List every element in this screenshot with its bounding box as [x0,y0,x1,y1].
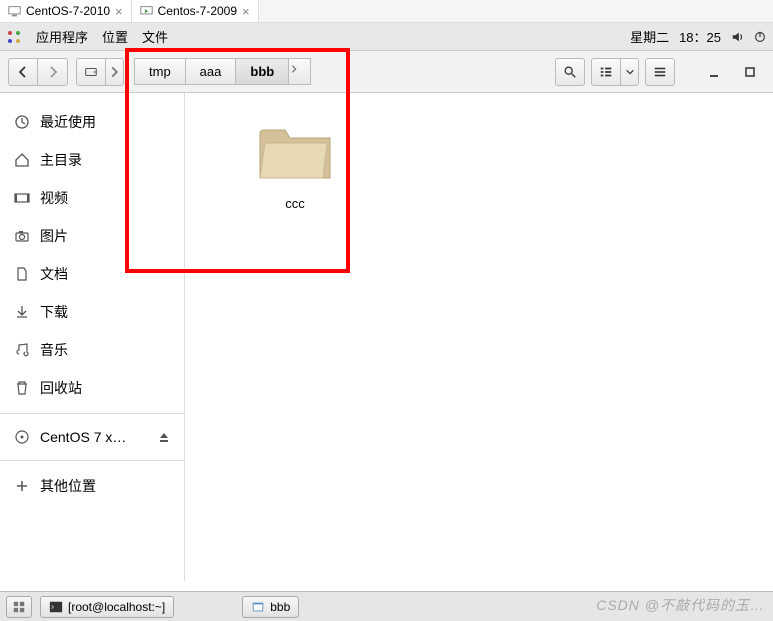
download-icon [14,304,30,320]
minimize-icon [708,66,720,78]
sidebar-label: 回收站 [40,378,82,398]
sidebar-label: CentOS 7 x… [40,429,126,445]
sidebar-item-other[interactable]: 其他位置 [0,467,184,505]
hamburger-icon [653,65,667,79]
play-monitor-icon [140,5,153,18]
camera-icon [14,228,30,244]
path-home-button[interactable] [76,58,106,86]
home-icon [14,152,30,168]
terminal-icon [49,600,63,614]
sidebar-item-downloads[interactable]: 下载 [0,293,184,331]
menu-applications[interactable]: 应用程序 [36,27,88,46]
plus-icon [14,478,30,494]
watermark: CSDN @不敲代码的玉… [596,595,765,615]
taskbar-label: [root@localhost:~] [68,600,165,614]
taskbar-files[interactable]: bbb [242,596,299,618]
sidebar-label: 文档 [40,264,68,284]
maximize-icon [744,66,756,78]
clock-time: 18：25 [679,27,721,46]
menu-files[interactable]: 文件 [142,27,168,46]
sidebar-label: 最近使用 [40,112,96,132]
sidebar-label: 音乐 [40,340,68,360]
music-icon [14,342,30,358]
crumb-next[interactable] [289,58,311,85]
menu-left: 应用程序 位置 文件 [6,27,168,46]
taskbar-label: bbb [270,600,290,614]
sidebar-label: 图片 [40,226,68,246]
volume-icon[interactable] [731,30,745,44]
file-view[interactable]: ccc [185,93,773,581]
chevron-left-icon [17,66,29,78]
main-content: 最近使用 主目录 视频 图片 文档 下载 音乐 回收站 [0,93,773,581]
show-desktop-button[interactable] [6,596,32,618]
menu-places[interactable]: 位置 [102,27,128,46]
folder-label: ccc [285,196,305,211]
desktop-icon [12,600,26,614]
close-icon[interactable]: × [115,4,123,19]
monitor-icon [8,5,21,18]
sidebar-item-recent[interactable]: 最近使用 [0,103,184,141]
sidebar-item-home[interactable]: 主目录 [0,141,184,179]
back-button[interactable] [8,58,38,86]
view-dropdown[interactable] [621,58,639,86]
crumb-aaa[interactable]: aaa [186,58,237,85]
minimize-button[interactable] [699,58,729,86]
search-button[interactable] [555,58,585,86]
sidebar-label: 主目录 [40,150,82,170]
sidebar-item-music[interactable]: 音乐 [0,331,184,369]
breadcrumb: tmp aaa bbb [134,58,311,85]
power-icon[interactable] [753,30,767,44]
video-icon [14,190,30,206]
view-list-button[interactable] [591,58,621,86]
close-icon[interactable]: × [242,4,250,19]
search-icon [563,65,577,79]
eject-icon[interactable] [158,431,170,443]
sidebar-label: 其他位置 [40,476,96,496]
vm-tab-2[interactable]: Centos-7-2009 × [132,0,259,22]
folder-ccc[interactable]: ccc [240,118,350,211]
taskbar-terminal[interactable]: [root@localhost:~] [40,596,174,618]
gnome-top-bar: 应用程序 位置 文件 星期二 18：25 [0,23,773,51]
document-icon [14,266,30,282]
sidebar-label: 下载 [40,302,68,322]
crumb-bbb[interactable]: bbb [236,58,289,85]
vm-tab-label: Centos-7-2009 [158,4,237,18]
forward-button[interactable] [38,58,68,86]
crumb-tmp[interactable]: tmp [134,58,186,85]
trash-icon [14,380,30,396]
vm-tab-1[interactable]: CentOS-7-2010 × [0,0,132,22]
sidebar-item-videos[interactable]: 视频 [0,179,184,217]
nautilus-toolbar: tmp aaa bbb [0,51,773,93]
sidebar-item-documents[interactable]: 文档 [0,255,184,293]
chevron-right-icon [289,64,299,74]
vm-tabs: CentOS-7-2010 × Centos-7-2009 × [0,0,773,23]
files-icon [251,600,265,614]
drive-icon [84,65,98,79]
sidebar: 最近使用 主目录 视频 图片 文档 下载 音乐 回收站 [0,93,185,581]
hamburger-button[interactable] [645,58,675,86]
chevron-down-icon [625,67,635,77]
applications-icon [6,29,22,45]
clock-icon [14,114,30,130]
sidebar-label: 视频 [40,188,68,208]
path-sep-button[interactable] [106,58,124,86]
sidebar-item-trash[interactable]: 回收站 [0,369,184,407]
list-icon [599,65,613,79]
sidebar-item-disk[interactable]: CentOS 7 x… [0,420,184,454]
menu-right: 星期二 18：25 [630,27,767,46]
disc-icon [14,429,30,445]
vm-tab-label: CentOS-7-2010 [26,4,110,18]
folder-icon [255,118,335,188]
chevron-right-icon [106,65,123,79]
clock-day: 星期二 [630,27,669,46]
chevron-right-icon [47,66,59,78]
sidebar-item-pictures[interactable]: 图片 [0,217,184,255]
maximize-button[interactable] [735,58,765,86]
